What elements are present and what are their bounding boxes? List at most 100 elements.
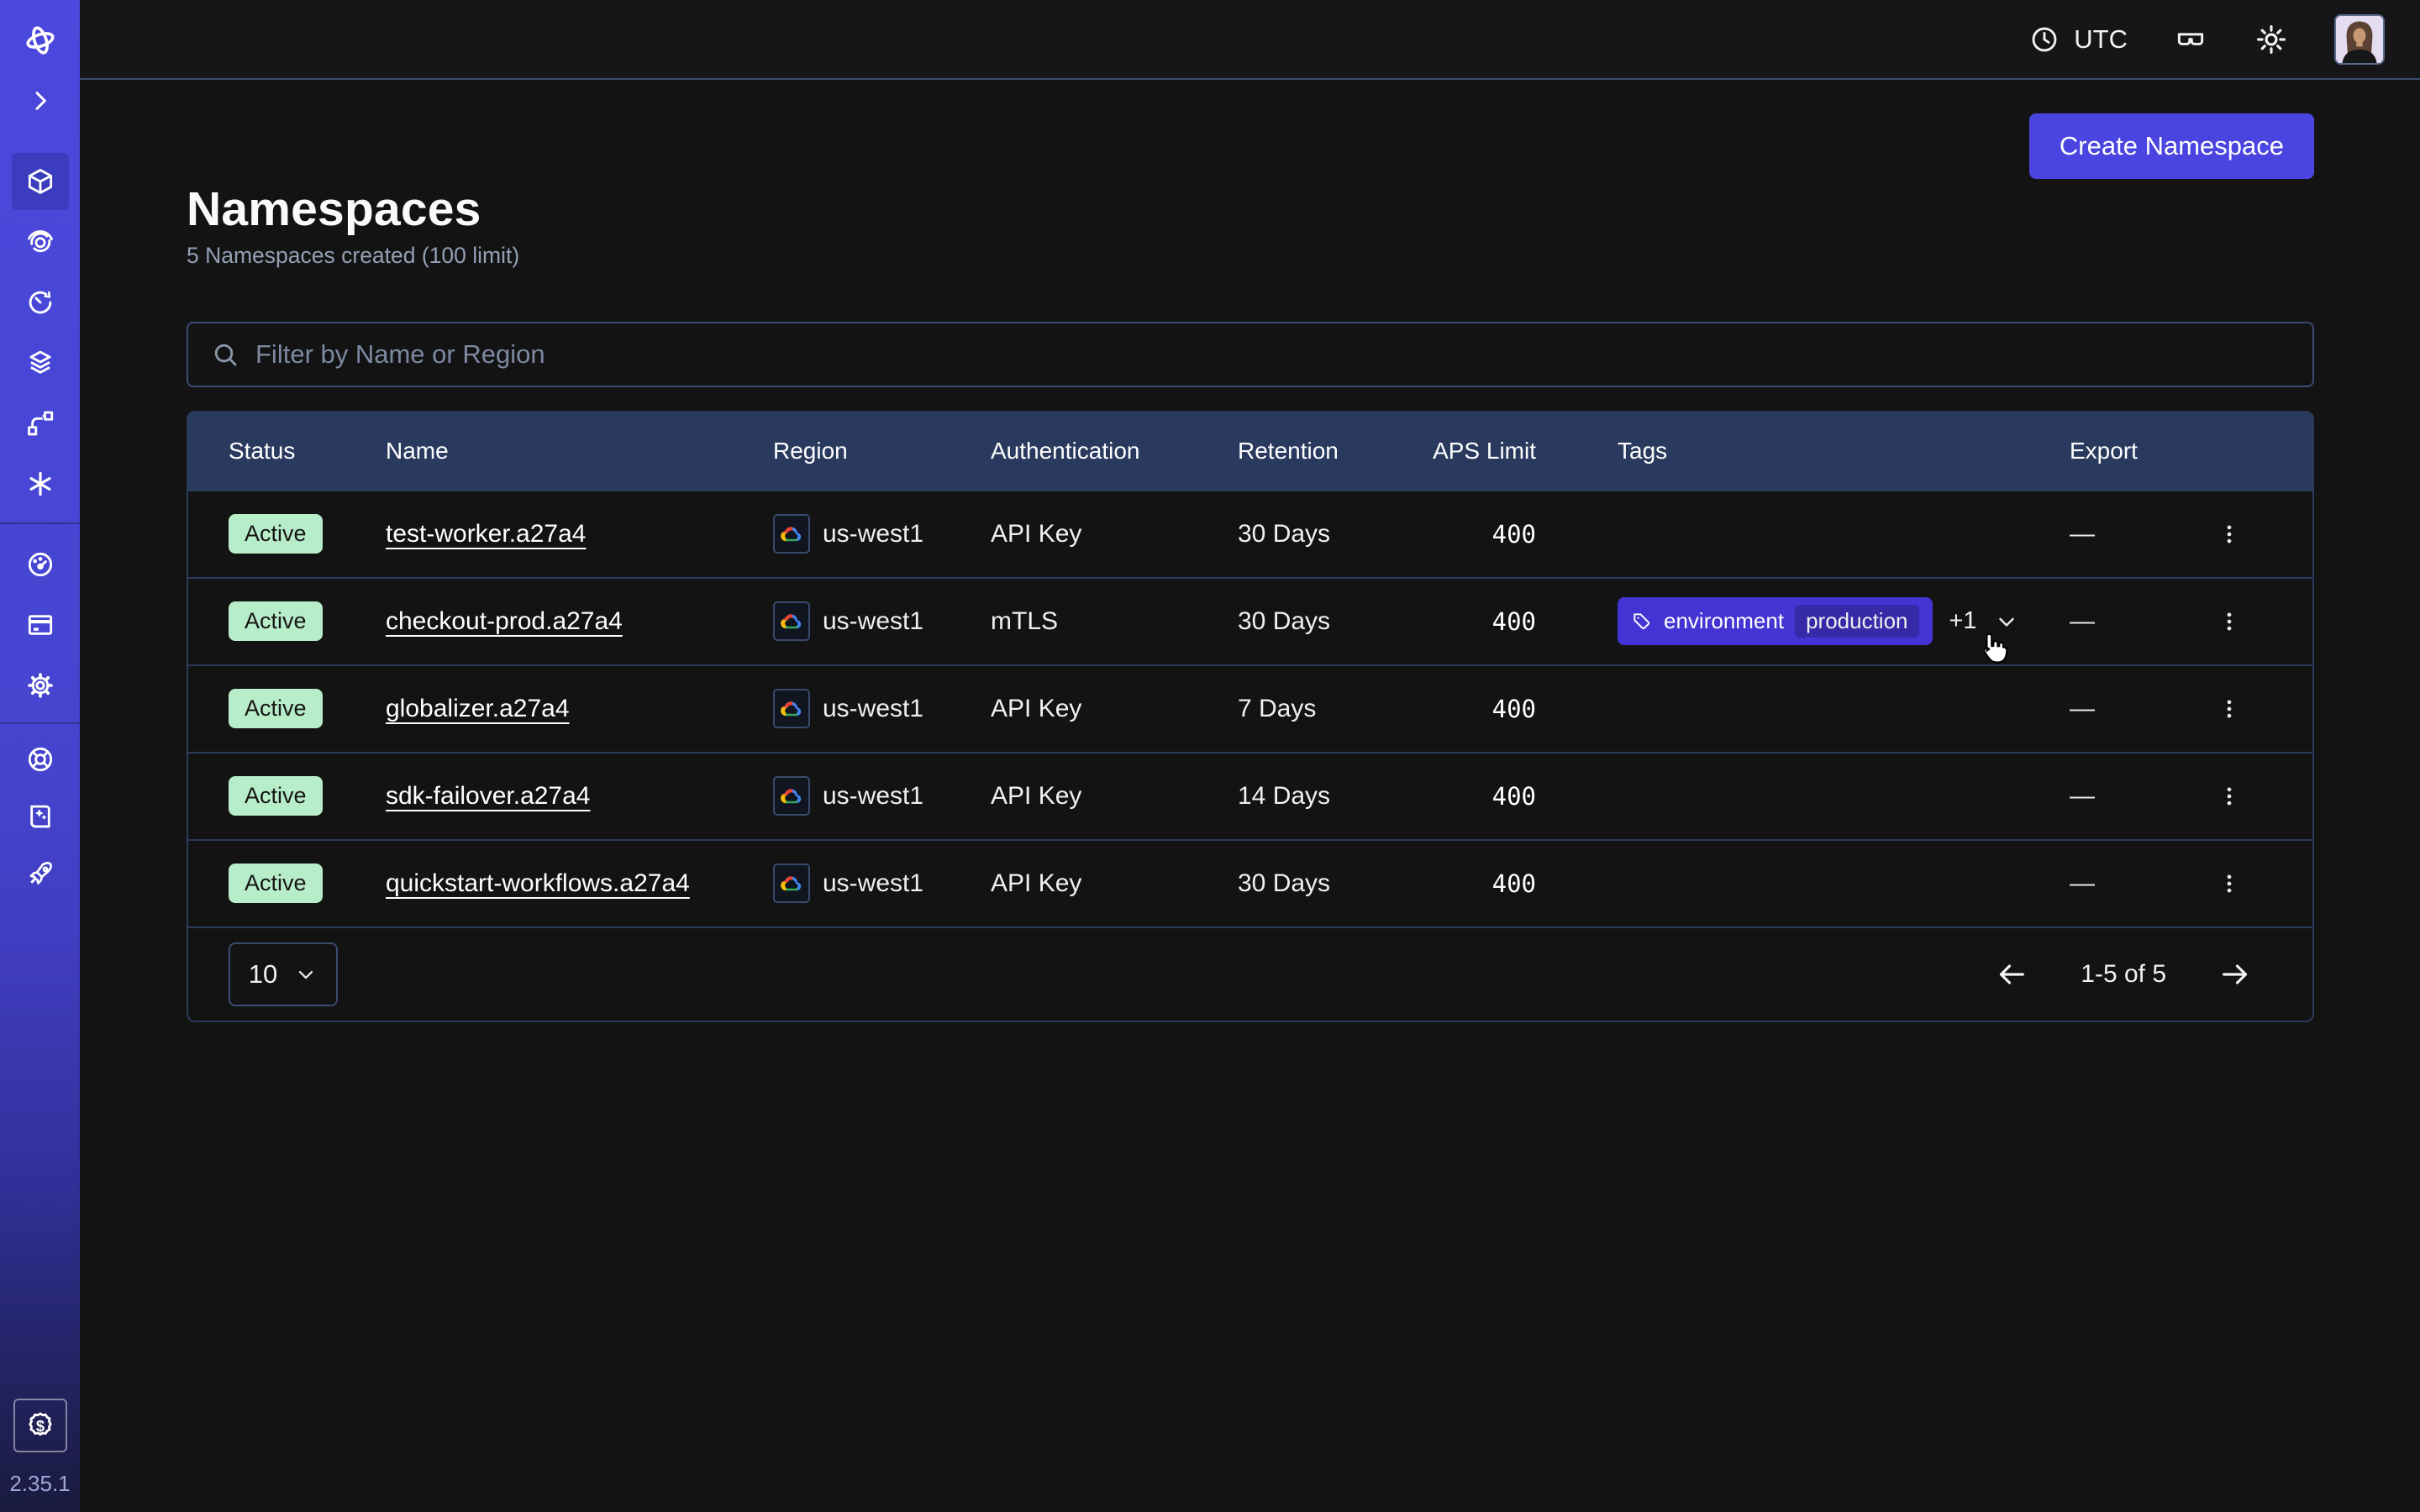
gcp-cloud-icon xyxy=(773,776,810,816)
next-page-arrow-icon[interactable] xyxy=(2218,958,2252,991)
asterisk-icon xyxy=(24,468,56,500)
namespace-link[interactable]: test-worker.a27a4 xyxy=(386,520,586,548)
export-value: — xyxy=(2070,869,2095,898)
retention-value: 30 Days xyxy=(1238,869,1429,898)
table-row: Active checkout-prod.a27a4 xyxy=(188,577,2312,664)
table-row: Active test-worker.a27a4 xyxy=(188,490,2312,577)
region-label: us-west1 xyxy=(823,695,923,723)
column-header-name: Name xyxy=(386,438,773,465)
namespace-link[interactable]: sdk-failover.a27a4 xyxy=(386,782,591,810)
table-row: Active sdk-failover.a27a4 xyxy=(188,752,2312,839)
auth-value: API Key xyxy=(991,782,1238,811)
cube-icon xyxy=(24,165,56,197)
tag-value: production xyxy=(1795,605,1918,638)
labs-toggle[interactable] xyxy=(2173,22,2208,57)
retention-value: 30 Days xyxy=(1238,607,1429,636)
timezone-label: UTC xyxy=(2074,24,2128,55)
row-menu-kebab-icon[interactable] xyxy=(2212,517,2247,552)
column-header-tags: Tags xyxy=(1618,438,2070,465)
aps-value: 400 xyxy=(1429,695,1618,723)
page-title: Namespaces xyxy=(187,182,2314,238)
tags-more-count: +1 xyxy=(1949,607,1977,635)
sidebar-item-schedules[interactable] xyxy=(0,272,80,333)
column-header-auth: Authentication xyxy=(991,438,1238,465)
table-footer: 10 1-5 of 5 xyxy=(188,927,2312,1021)
version-label: 2.35.1 xyxy=(9,1471,70,1512)
avatar-image xyxy=(2336,16,2383,63)
layers-icon xyxy=(24,347,56,379)
sidebar-item-billing[interactable] xyxy=(0,595,80,655)
region-label: us-west1 xyxy=(823,869,923,898)
sidebar-item-usage[interactable] xyxy=(0,534,80,595)
row-menu-kebab-icon[interactable] xyxy=(2212,866,2247,901)
status-badge: Active xyxy=(229,864,323,903)
aps-value: 400 xyxy=(1429,869,1618,898)
pagination-range-label: 1-5 of 5 xyxy=(2081,960,2166,989)
tag-badge[interactable]: environment production xyxy=(1618,597,1933,645)
column-header-region: Region xyxy=(773,438,991,465)
namespace-link[interactable]: globalizer.a27a4 xyxy=(386,695,570,722)
aps-value: 400 xyxy=(1429,782,1618,811)
row-menu-kebab-icon[interactable] xyxy=(2212,691,2247,727)
table-header-row: Status Name Region Authentication Retent… xyxy=(188,412,2312,490)
row-menu-kebab-icon[interactable] xyxy=(2212,604,2247,639)
previous-page-arrow-icon[interactable] xyxy=(1995,958,2028,991)
column-header-aps: APS Limit xyxy=(1429,438,1618,465)
export-value: — xyxy=(2070,695,2095,723)
theme-toggle[interactable] xyxy=(2254,22,2289,57)
timezone-selector[interactable]: UTC xyxy=(2028,24,2128,55)
gcp-cloud-icon xyxy=(773,864,810,903)
pagination-controls: 1-5 of 5 xyxy=(1995,958,2252,991)
status-badge: Active xyxy=(229,514,323,554)
life-ring-icon xyxy=(24,743,56,775)
svg-text:$: $ xyxy=(35,1417,44,1435)
aps-value: 400 xyxy=(1429,607,1618,636)
sidebar-item-monitor[interactable] xyxy=(0,212,80,272)
column-header-status: Status xyxy=(188,438,386,465)
page-size-select[interactable]: 10 xyxy=(229,942,338,1006)
namespace-link[interactable]: quickstart-workflows.a27a4 xyxy=(386,869,690,897)
temporal-logo[interactable] xyxy=(0,10,80,71)
gcp-cloud-icon xyxy=(773,601,810,641)
gcp-cloud-icon xyxy=(773,514,810,554)
auth-value: API Key xyxy=(991,695,1238,723)
tag-icon xyxy=(1631,611,1653,633)
sun-icon xyxy=(2254,22,2289,57)
sidebar-item-batch[interactable] xyxy=(0,454,80,514)
namespaces-table: Status Name Region Authentication Retent… xyxy=(187,411,2314,1022)
export-value: — xyxy=(2070,607,2095,636)
gcp-cloud-icon xyxy=(773,689,810,728)
filter-input[interactable] xyxy=(255,339,2291,370)
aps-value: 400 xyxy=(1429,520,1618,549)
sidebar-item-getting-started[interactable] xyxy=(0,845,80,902)
export-value: — xyxy=(2070,520,2095,549)
create-namespace-button[interactable]: Create Namespace xyxy=(2029,113,2314,179)
sidebar-item-docs[interactable] xyxy=(0,788,80,845)
table-row: Active quickstart-workflows.a27a4 xyxy=(188,839,2312,927)
table-row: Active globalizer.a27a4 xyxy=(188,664,2312,752)
sidebar-divider xyxy=(0,522,80,524)
avatar[interactable] xyxy=(2334,14,2385,65)
tags-expand-chevron-icon[interactable] xyxy=(1994,609,2019,634)
row-menu-kebab-icon[interactable] xyxy=(2212,779,2247,814)
tags-cell: environment production +1 xyxy=(1618,597,2070,645)
book-icon xyxy=(24,801,56,832)
retention-value: 7 Days xyxy=(1238,695,1429,723)
export-value: — xyxy=(2070,782,2095,811)
sidebar-item-settings[interactable] xyxy=(0,655,80,716)
region-label: us-west1 xyxy=(823,520,923,549)
tag-key: environment xyxy=(1664,608,1784,634)
search-icon xyxy=(210,339,240,370)
auth-value: mTLS xyxy=(991,607,1238,636)
graph-icon xyxy=(24,407,56,439)
sidebar-divider xyxy=(0,722,80,724)
sidebar-item-support[interactable] xyxy=(0,731,80,788)
page-subtitle: 5 Namespaces created (100 limit) xyxy=(187,243,2314,269)
namespace-link[interactable]: checkout-prod.a27a4 xyxy=(386,607,623,635)
sidebar-item-deployments[interactable] xyxy=(0,333,80,393)
credits-button[interactable]: $ xyxy=(13,1399,67,1452)
sidebar-item-namespaces[interactable] xyxy=(0,151,80,212)
sidebar-item-nexus[interactable] xyxy=(0,393,80,454)
retention-value: 30 Days xyxy=(1238,520,1429,549)
sidebar-expand-chevron-icon[interactable] xyxy=(0,71,80,131)
